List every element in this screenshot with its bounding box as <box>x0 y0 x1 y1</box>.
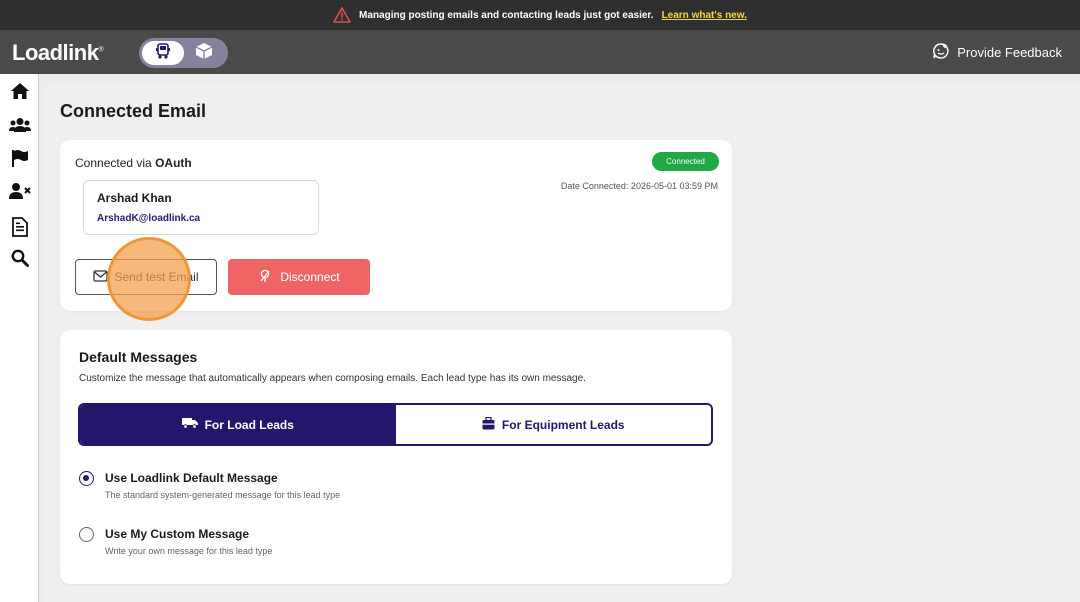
sidebar <box>0 74 39 602</box>
sidebar-item-documents[interactable] <box>10 216 30 242</box>
sidebar-item-blocked-users[interactable] <box>9 182 31 205</box>
account-email: ArshadK@loadlink.ca <box>97 213 201 224</box>
account-name: Arshad Khan <box>97 191 172 205</box>
option-default-label: Use Loadlink Default Message <box>105 471 278 485</box>
warning-icon <box>333 7 351 23</box>
document-icon <box>12 216 28 242</box>
truck-icon <box>154 42 172 65</box>
status-badge: Connected <box>652 152 719 171</box>
feedback-label: Provide Feedback <box>957 45 1062 60</box>
box-icon <box>194 41 214 66</box>
loadlink-logo[interactable]: Loadlink® <box>12 40 104 66</box>
option-custom-label: Use My Custom Message <box>105 527 250 541</box>
sidebar-item-contacts[interactable] <box>9 117 31 138</box>
mode-toggle <box>139 38 228 68</box>
lead-type-tabs: For Load Leads For Equipment Leads <box>78 403 713 446</box>
truck-mode-button[interactable] <box>142 41 184 65</box>
provide-feedback-button[interactable]: Provide Feedback <box>932 42 1062 63</box>
user-remove-icon <box>9 182 31 205</box>
feedback-icon <box>932 42 950 63</box>
app-header: Loadlink® Provide Feedback <box>0 30 1080 74</box>
mail-icon <box>93 269 109 285</box>
flag-icon <box>11 149 29 172</box>
tab-load-leads-label: For Load Leads <box>204 417 294 432</box>
connected-via-text: Connected via OAuth <box>75 156 192 170</box>
unlink-icon <box>258 269 272 286</box>
connection-card: Connected via OAuth Connected Date Conne… <box>60 140 732 311</box>
announcement-bar: Managing posting emails and contacting l… <box>0 0 1080 30</box>
disconnect-label: Disconnect <box>280 270 340 284</box>
users-icon <box>9 117 31 138</box>
announcement-text: Managing posting emails and contacting l… <box>359 9 654 21</box>
truck-icon <box>181 417 198 432</box>
sidebar-item-flags[interactable] <box>10 149 30 172</box>
toolbox-icon <box>482 416 495 433</box>
tab-load-leads[interactable]: For Load Leads <box>80 405 396 444</box>
freight-mode-button[interactable] <box>183 41 225 65</box>
search-icon <box>11 249 29 272</box>
home-icon <box>10 82 30 105</box>
sidebar-item-search[interactable] <box>10 249 30 272</box>
account-box: Arshad Khan ArshadK@loadlink.ca <box>83 180 319 235</box>
tab-equipment-leads[interactable]: For Equipment Leads <box>395 405 711 444</box>
default-messages-card: Default Messages Customize the message t… <box>60 330 732 584</box>
disconnect-button[interactable]: Disconnect <box>228 259 370 295</box>
default-messages-title: Default Messages <box>79 349 198 365</box>
page-title: Connected Email <box>60 101 207 121</box>
learn-more-link[interactable]: Learn what's new. <box>662 10 747 21</box>
radio-default-message[interactable] <box>79 471 94 486</box>
send-test-email-label: Send test Email <box>114 270 199 284</box>
sidebar-item-home[interactable] <box>10 82 30 105</box>
date-connected: Date Connected: 2026-05-01 03:59 PM <box>560 181 718 191</box>
option-custom-hint: Write your own message for this lead typ… <box>105 546 273 556</box>
radio-custom-message[interactable] <box>79 527 94 542</box>
send-test-email-button[interactable]: Send test Email <box>75 259 217 295</box>
tab-equipment-leads-label: For Equipment Leads <box>501 417 625 432</box>
default-messages-description: Customize the message that automatically… <box>79 373 586 384</box>
option-default-hint: The standard system-generated message fo… <box>105 490 341 500</box>
